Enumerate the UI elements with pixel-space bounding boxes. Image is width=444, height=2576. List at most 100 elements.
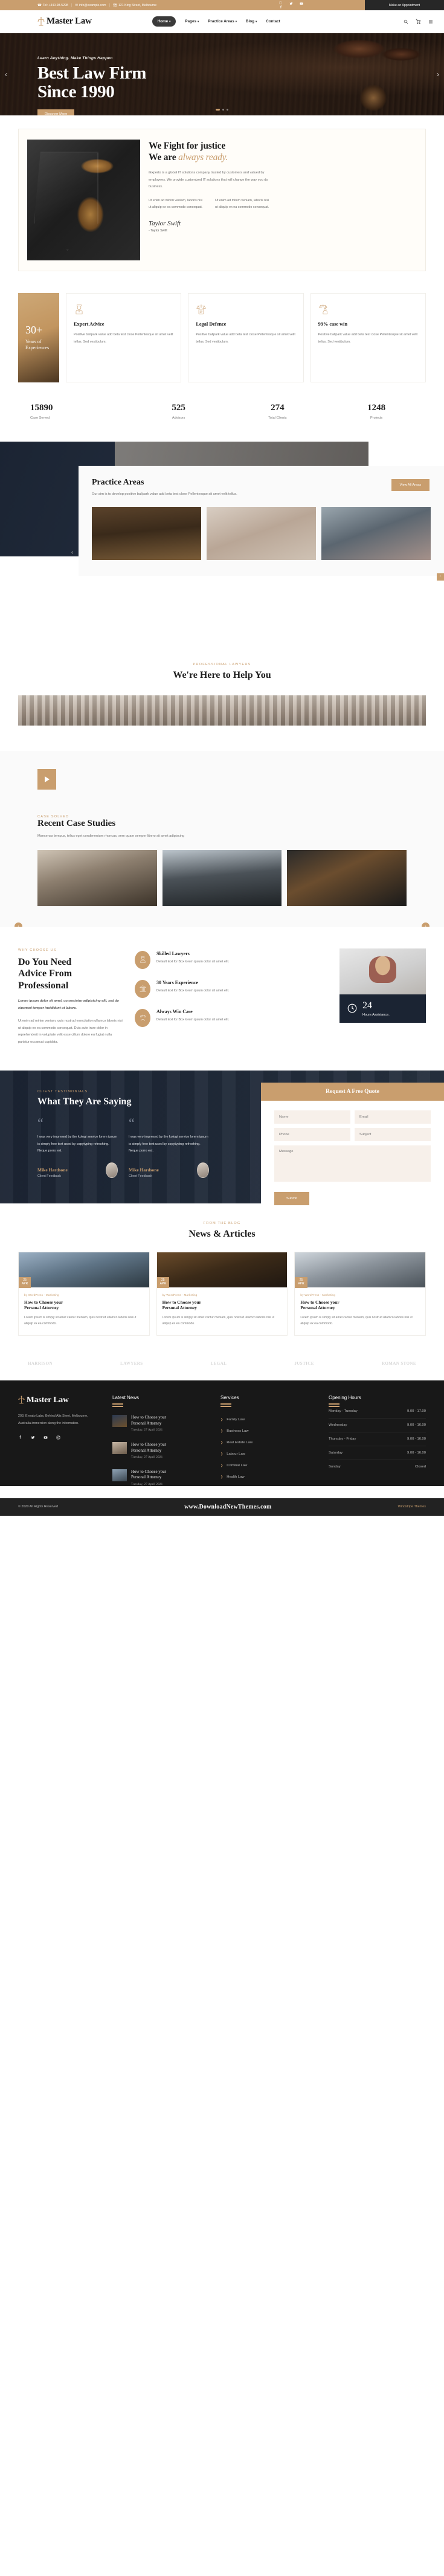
make-appointment-button[interactable]: Make an Appointment — [365, 0, 444, 10]
twitter-icon[interactable] — [31, 1435, 35, 1440]
divider: | — [109, 3, 111, 7]
practice-image-prison-bars[interactable] — [207, 506, 316, 560]
experience-label: Years of Experiences — [25, 339, 52, 352]
view-all-areas-button[interactable]: View All Areas — [391, 479, 430, 491]
case-image-swat[interactable] — [162, 849, 282, 906]
footer-news-item[interactable]: How to Choose your Personal Attorney Tue… — [112, 1442, 210, 1459]
about-body: We Fight for justice We are always ready… — [149, 140, 417, 260]
brand-logos: HARRISON LAWYERS LEGAL JUSTICE ROMAN STO… — [0, 1348, 444, 1380]
service-card[interactable]: 99% case win Positive ballpark value add… — [310, 293, 426, 382]
nav-item-blog[interactable]: Blog ▾ — [246, 19, 257, 24]
instagram-icon[interactable] — [56, 1435, 60, 1440]
submit-button[interactable]: Submit — [274, 1191, 310, 1205]
hero-prev-arrow[interactable]: ‹ — [5, 70, 7, 79]
brand-logo[interactable]: Master Law — [37, 16, 92, 27]
service-card[interactable]: Legal Defence Positive ballpark value ad… — [188, 293, 304, 382]
why-features: Skilled Lawyers Default text for Box lor… — [135, 948, 329, 1046]
hero-title-line1: Best Law Firm — [37, 63, 147, 83]
nav-item-home[interactable]: Home ▾ — [152, 16, 176, 27]
news-card-title-line2: Personal Attorney — [24, 1305, 59, 1311]
footer-service-link[interactable]: ❯ Labour Law — [220, 1452, 318, 1456]
service-title: Expert Advice — [74, 321, 105, 327]
brand-logo-item: HARRISON — [28, 1361, 53, 1367]
service-title: Legal Defence — [196, 321, 227, 327]
chevron-right-icon: ❯ — [220, 1464, 224, 1468]
feature-text: Default text for Box lorem ipsum dolor s… — [156, 988, 230, 993]
footer-service-link[interactable]: ❯ Business Law — [220, 1429, 318, 1433]
testimonial-footer: Mike Hardsone Client Feedback — [129, 1162, 209, 1178]
footer-news-item[interactable]: How to Choose your Personal Attorney Tue… — [112, 1469, 210, 1486]
footer-service-label: Labour Law — [227, 1452, 245, 1457]
footer-service-link[interactable]: ❯ Real Estate Law — [220, 1441, 318, 1444]
practice-image-girl[interactable] — [321, 506, 431, 560]
topbar-phone[interactable]: ☎ Tel: +440-98-5298 — [37, 4, 68, 7]
news-card[interactable]: 25 APR by WordPress - Marketing How to C… — [156, 1251, 288, 1336]
counter-item: 1248 Projects — [327, 403, 426, 420]
counter-number: 1248 — [367, 403, 386, 413]
footer-brand-name: Master Law — [27, 1395, 69, 1405]
topbar-email[interactable]: ✉ info@example.com — [75, 4, 106, 7]
phone-field[interactable] — [274, 1127, 350, 1141]
quote-form-row — [274, 1110, 431, 1124]
footer-service-label: Criminal Law — [227, 1464, 248, 1468]
why-right: 24 Hours Assistance. — [339, 948, 426, 1046]
case-image-handshake[interactable] — [37, 849, 157, 906]
why-paragraph: Ut enim ad minim veniam, quis nostrud ex… — [18, 1019, 123, 1045]
facebook-icon[interactable] — [18, 1435, 22, 1440]
hamburger-menu-icon[interactable] — [428, 19, 433, 24]
youtube-icon[interactable] — [43, 1435, 48, 1440]
site-url[interactable]: www.DownloadNewThemes.com — [184, 1504, 271, 1510]
footer-news-title: How to Choose your Personal Attorney — [131, 1415, 166, 1426]
hero-slider: Learn Anything. Make Things Happen Best … — [0, 33, 444, 115]
nav-item-pages[interactable]: Pages ▾ — [185, 19, 199, 24]
nav-item-practice-areas-label: Practice Areas — [208, 19, 234, 24]
practice-prev-arrow[interactable]: ‹ — [71, 549, 73, 556]
youtube-icon[interactable] — [300, 2, 303, 9]
experience-box: 30+ Years of Experiences — [18, 293, 59, 382]
experience-label-line1: Years of — [25, 338, 42, 344]
testimonial-text: I was very impresed by the kologi servic… — [129, 1135, 208, 1153]
nav-item-contact[interactable]: Contact — [266, 19, 280, 24]
footer-news-title: How to Choose your Personal Attorney — [131, 1442, 166, 1454]
testimonial-role: Client Feedback — [129, 1174, 152, 1178]
theme-credit[interactable]: Windstripe Themes — [398, 1505, 426, 1509]
news-card-title-line1: How to Choose your — [300, 1299, 339, 1305]
case-image-whiskey-gun[interactable] — [287, 849, 407, 906]
news-card[interactable]: 25 APR by WordPress - Marketing How to C… — [294, 1251, 426, 1336]
hours-row: Sunday Closed — [329, 1460, 426, 1473]
nav-item-practice-areas[interactable]: Practice Areas ▾ — [208, 19, 237, 24]
footer-news-title-line1: How to Choose your — [131, 1442, 167, 1447]
message-field[interactable] — [274, 1145, 431, 1182]
footer-service-link[interactable]: ❯ Criminal Law — [220, 1464, 318, 1467]
facebook-icon[interactable]: ️ — [279, 2, 283, 9]
twitter-icon[interactable] — [289, 2, 293, 9]
cart-icon[interactable] — [416, 19, 421, 24]
footer-service-link[interactable]: ❯ Family Law — [220, 1418, 318, 1422]
avatar — [106, 1162, 118, 1178]
scales-book-icon — [196, 304, 295, 315]
name-field[interactable] — [274, 1110, 350, 1124]
email-field[interactable] — [355, 1110, 431, 1124]
footer-news-title-line2: Personal Attorney — [131, 1475, 162, 1480]
help-title: We're Here to Help You — [173, 670, 271, 680]
news-date-month: APR — [298, 1281, 304, 1286]
footer-news-item[interactable]: How to Choose your Personal Attorney Tue… — [112, 1415, 210, 1432]
hero-dot-3[interactable] — [227, 109, 228, 111]
hero-dot-1[interactable] — [216, 109, 220, 111]
testimonial-card: “ I was very impresed by the kologi serv… — [37, 1116, 118, 1178]
nav-item-home-label: Home — [157, 19, 169, 24]
subject-field[interactable] — [355, 1127, 431, 1141]
practice-image-library[interactable] — [92, 506, 201, 560]
play-video-button[interactable] — [37, 769, 56, 790]
footer-brand[interactable]: Master Law — [18, 1395, 101, 1405]
service-card[interactable]: Expert Advice Positive ballpark value ad… — [66, 293, 182, 382]
hero-dot-2[interactable] — [222, 109, 224, 111]
woman-at-desk-image — [339, 948, 426, 994]
footer-service-link[interactable]: ❯ Health Law — [220, 1475, 318, 1479]
hero-next-arrow[interactable]: › — [437, 70, 439, 79]
search-icon[interactable] — [404, 19, 408, 24]
footer-news-date: Tuesday, 27 April 2021 — [131, 1482, 163, 1486]
topbar-address[interactable]: 🗺 121 King Street, Melbourne — [113, 4, 156, 7]
scroll-to-top-button[interactable]: ⌃ — [437, 573, 444, 581]
news-card[interactable]: 25 APR by WordPress - Marketing How to C… — [18, 1251, 150, 1336]
